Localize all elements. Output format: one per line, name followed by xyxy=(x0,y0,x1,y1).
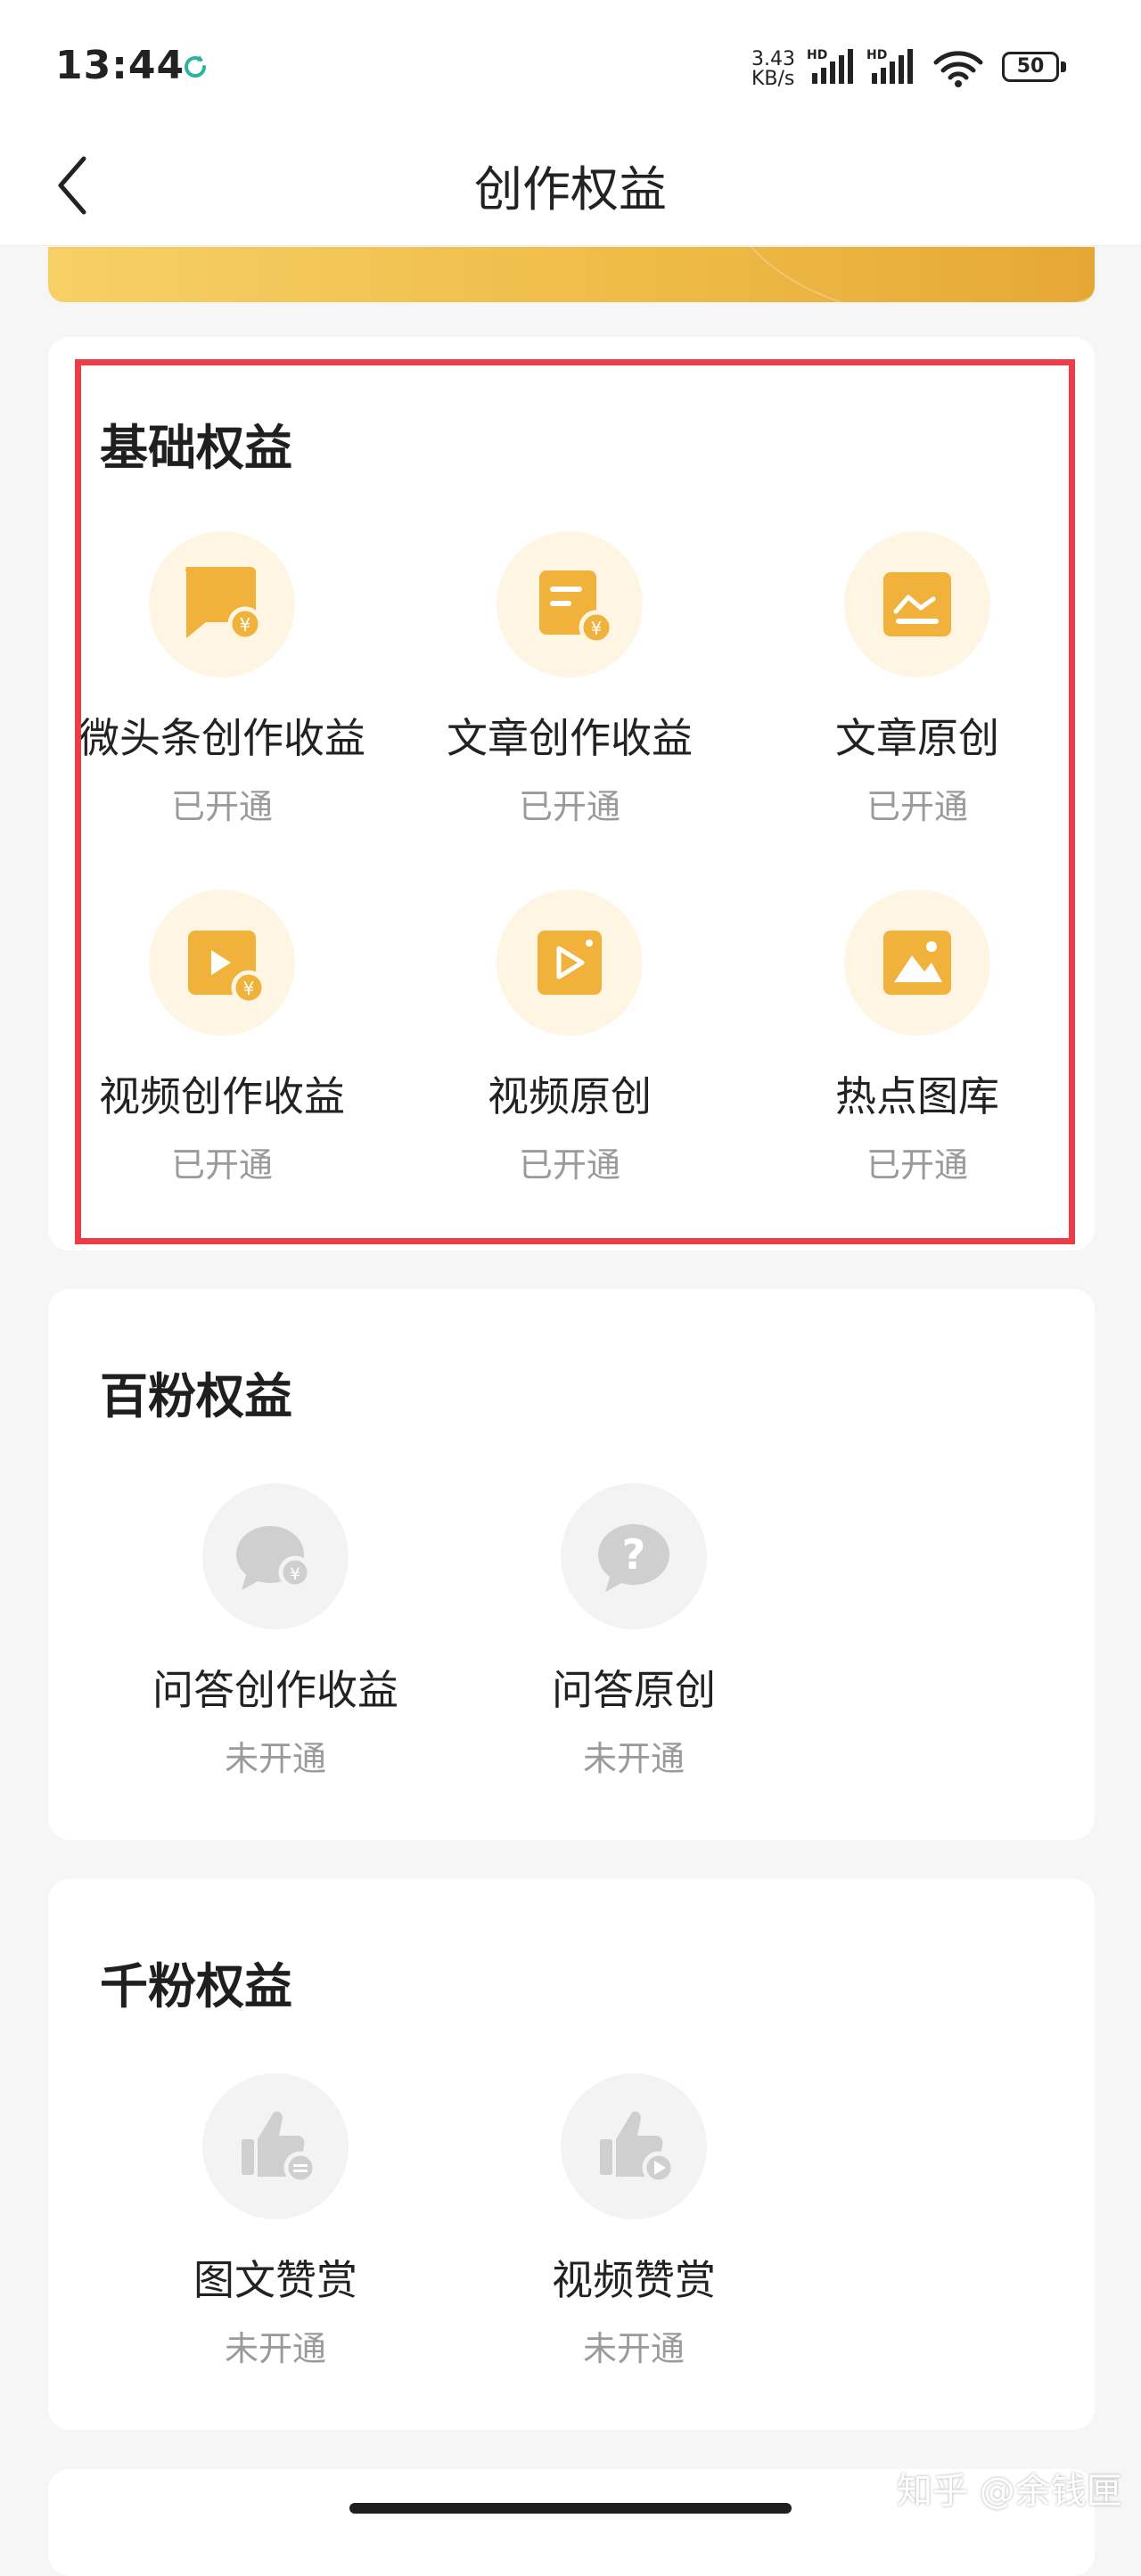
right-item-status: 未开通 xyxy=(582,1739,685,1778)
right-item-label: 视频原创 xyxy=(488,1072,652,1120)
right-item-article-income[interactable]: ¥ 文章创作收益 已开通 xyxy=(396,531,743,826)
right-item-status: 已开通 xyxy=(170,1145,273,1185)
right-item-micro-headline-income[interactable]: ¥ 微头条创作收益 已开通 xyxy=(48,531,396,826)
right-item-status: 已开通 xyxy=(170,787,273,826)
right-item-label: 文章创作收益 xyxy=(447,714,693,762)
network-speed: 3.43 KB/s xyxy=(751,48,795,90)
right-item-article-original[interactable]: 文章原创 已开通 xyxy=(743,531,1091,826)
right-item-status: 已开通 xyxy=(518,787,620,826)
svg-text:¥: ¥ xyxy=(591,618,603,639)
right-item-qa-original[interactable]: ? 问答原创 未开通 xyxy=(460,1483,808,1778)
speech-bubble-coin-icon: ¥ xyxy=(149,531,295,677)
image-gallery-icon xyxy=(844,890,990,1036)
nav-bar: 创作权益 xyxy=(0,134,1141,246)
watermark: 知乎 @余钱匣 xyxy=(897,2471,1122,2512)
page-title: 创作权益 xyxy=(474,161,667,217)
thumbs-up-video-icon xyxy=(561,2073,707,2219)
right-item-video-income[interactable]: ¥ 视频创作收益 已开通 xyxy=(48,890,396,1185)
right-item-video-reward[interactable]: 视频赞赏 未开通 xyxy=(460,2073,808,2368)
video-play-icon xyxy=(497,890,643,1036)
section-title-thousand: 千粉权益 xyxy=(100,1958,292,2014)
hundred-fans-rights-card: 百粉权益 ¥ 问答创作收益 未开通 ? 问答原创 未开通 xyxy=(48,1289,1095,1840)
svg-text:HD: HD xyxy=(807,48,827,62)
svg-text:?: ? xyxy=(622,1530,646,1579)
right-item-video-original[interactable]: 视频原创 已开通 xyxy=(396,890,743,1185)
document-coin-icon: ¥ xyxy=(497,531,643,677)
right-item-label: 文章原创 xyxy=(835,714,999,762)
thumbs-up-text-icon xyxy=(202,2073,349,2219)
right-item-status: 未开通 xyxy=(582,2329,685,2368)
video-coin-icon: ¥ xyxy=(149,890,295,1036)
right-item-label: 微头条创作收益 xyxy=(78,714,365,762)
svg-text:¥: ¥ xyxy=(240,614,251,636)
section-title-basic: 基础权益 xyxy=(100,420,292,476)
right-item-label: 视频创作收益 xyxy=(99,1072,345,1120)
right-item-label: 问答原创 xyxy=(552,1666,716,1714)
right-item-hot-gallery[interactable]: 热点图库 已开通 xyxy=(743,890,1091,1185)
section-title-hundred: 百粉权益 xyxy=(100,1368,292,1424)
right-item-label: 视频赞赏 xyxy=(552,2256,716,2304)
signal-icon: HD xyxy=(807,48,853,84)
svg-text:¥: ¥ xyxy=(290,1564,300,1584)
article-chart-icon xyxy=(844,531,990,677)
right-item-label: 热点图库 xyxy=(835,1072,999,1120)
right-item-status: 已开通 xyxy=(866,787,968,826)
status-time: 13:44 xyxy=(55,43,185,88)
membership-banner[interactable] xyxy=(48,247,1095,302)
right-item-status: 未开通 xyxy=(224,2329,326,2368)
right-item-label: 图文赞赏 xyxy=(193,2256,357,2304)
svg-text:HD: HD xyxy=(866,48,887,62)
qa-coin-icon: ¥ xyxy=(202,1483,349,1629)
right-item-text-reward[interactable]: 图文赞赏 未开通 xyxy=(102,2073,449,2368)
signal-icon-2: HD xyxy=(866,48,913,84)
battery-icon: 50 xyxy=(1002,52,1066,82)
thousand-fans-rights-card: 千粉权益 图文赞赏 未开通 视频赞赏 未开通 xyxy=(48,1879,1095,2430)
status-bar: 13:44 3.43 KB/s HD HD 50 xyxy=(0,0,1141,134)
right-item-status: 已开通 xyxy=(866,1145,968,1185)
question-bubble-icon: ? xyxy=(561,1483,707,1629)
right-item-label: 问答创作收益 xyxy=(152,1666,398,1714)
right-item-status: 已开通 xyxy=(518,1145,620,1185)
right-item-status: 未开通 xyxy=(224,1739,326,1778)
basic-rights-card: 基础权益 ¥ 微头条创作收益 已开通 ¥ 文章创作收益 已开通 文章原创 已开通… xyxy=(48,337,1095,1251)
right-item-qa-income[interactable]: ¥ 问答创作收益 未开通 xyxy=(102,1483,449,1778)
svg-text:¥: ¥ xyxy=(243,978,255,999)
wifi-icon xyxy=(933,51,983,87)
home-indicator[interactable] xyxy=(349,2503,792,2514)
sync-icon xyxy=(185,55,206,78)
battery-level: 50 xyxy=(1002,52,1059,82)
